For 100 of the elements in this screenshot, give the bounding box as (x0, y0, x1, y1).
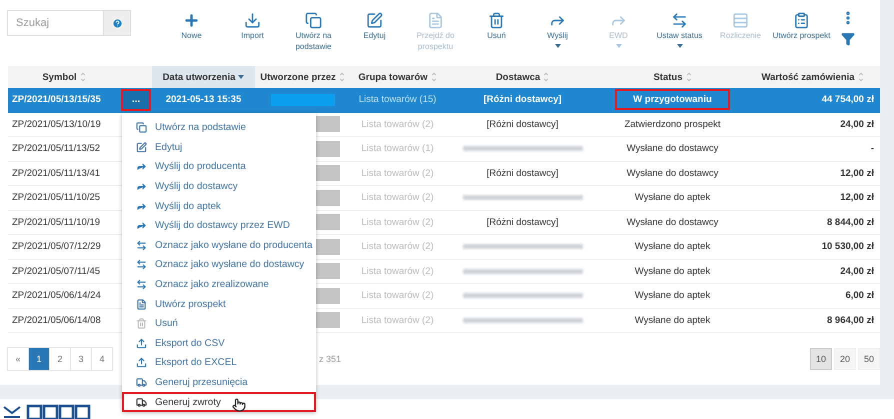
menu-item[interactable]: Wyślij do aptek (122, 196, 316, 216)
column-header[interactable]: Wartość zamówienia (745, 66, 880, 88)
menu-item[interactable]: Wyślij do dostawcy przez EWD (122, 216, 316, 236)
status-label: W przygotowaniu (615, 89, 730, 110)
list-icon (732, 12, 749, 28)
table-cell-text: 12,00 zł (839, 192, 875, 204)
menu-item[interactable]: Oznacz jako zrealizowane (122, 274, 316, 294)
page-button[interactable]: 4 (91, 347, 113, 371)
redacted-block (270, 94, 334, 106)
truck-icon (136, 377, 147, 388)
status-label: Wysłane do dostawcy (626, 216, 720, 230)
toolbar-button[interactable]: Wyślij (527, 10, 588, 48)
search-field[interactable]: Szukaj (7, 10, 103, 36)
table-cell-text: [Różni dostawcy] (486, 216, 560, 228)
upload-icon (136, 338, 147, 349)
table-cell: Lista towarów (2) (361, 168, 434, 179)
column-header[interactable]: Grupa towarów (350, 66, 445, 88)
table-cell-text: 12,00 zł (839, 168, 875, 179)
page-size-button[interactable]: 10 (810, 348, 832, 370)
status-label: Wysłane do dostawcy (626, 142, 720, 156)
table-cell: Lista towarów (2) (361, 290, 434, 302)
table-cell-text: 8 844,00 zł (826, 216, 875, 228)
toolbar-button[interactable]: Nowe (161, 10, 222, 41)
menu-item[interactable]: Usuń (122, 314, 316, 334)
table-cell-text: ZP/2021/05/06/14/08 (11, 314, 101, 326)
edit-icon (136, 142, 147, 153)
table-cell: Lista towarów (2) (361, 192, 434, 204)
status-label: Wysłane do aptek (634, 314, 712, 328)
page-button[interactable]: « (7, 347, 29, 371)
menu-item[interactable]: Eksport do EXCEL (122, 353, 316, 373)
table-cell: Lista towarów (2) (361, 118, 434, 130)
menu-item[interactable]: Utwórz prospekt (122, 294, 316, 314)
table-cell: Lista towarów (1) (361, 143, 434, 154)
column-header[interactable]: Utworzone przez (255, 66, 350, 88)
checklist-icon (793, 12, 810, 28)
table-cell-text: ZP/2021/05/13/10/19 (11, 118, 101, 130)
more-actions-button[interactable]: ... (121, 88, 151, 111)
swap-arrows-icon (136, 259, 147, 270)
status-label: Wysłane do aptek (634, 191, 712, 206)
table-cell-text: ZP/2021/05/11/13/41 (11, 168, 100, 179)
table-cell-text: 10 530,00 zł (820, 241, 875, 252)
table-cell-text: ZP/2021/05/11/10/19 (11, 216, 100, 228)
truck-icon (136, 396, 147, 408)
table-cell: Lista towarów (2) (361, 216, 434, 228)
page-count: z 351 (319, 354, 342, 364)
page-size-button[interactable]: 20 (834, 348, 856, 370)
forward-arrow-icon (136, 220, 147, 232)
help-icon[interactable] (103, 10, 131, 36)
status-label: Wysłane do aptek (634, 264, 712, 279)
table-cell-text: ZP/2021/05/07/12/29 (11, 241, 101, 252)
menu-item[interactable]: Utwórz na podstawie (122, 118, 316, 138)
table-cell: Lista towarów (2) (361, 314, 434, 326)
copy-icon (136, 122, 147, 134)
trash-icon (136, 318, 147, 330)
table-cell-text: ZP/2021/05/07/11/45 (11, 266, 100, 277)
column-header[interactable]: Symbol (8, 66, 120, 88)
upload-icon (136, 357, 147, 368)
menu-item[interactable]: Edytuj (122, 138, 316, 158)
status-label: Wysłane do aptek (634, 289, 712, 304)
toolbar-button[interactable]: Edytuj (344, 10, 405, 41)
table-cell-text: 2021-05-13 15:35 (164, 94, 242, 106)
column-header[interactable]: Data utworzenia (152, 66, 255, 88)
toolbar-button[interactable]: Usuń (466, 10, 527, 41)
toolbar-button[interactable]: Utwórz prospekt (771, 10, 832, 41)
page-size-button[interactable]: 50 (858, 348, 880, 370)
table-cell-text: [Różni dostawcy] (482, 94, 563, 106)
menu-item[interactable]: Eksport do CSV (122, 334, 316, 354)
status-label: Wysłane do aptek (634, 240, 712, 254)
swap-arrows-icon (136, 240, 147, 251)
column-header[interactable]: Status (600, 66, 745, 88)
toolbar-button[interactable]: Utwórz na podstawie (283, 10, 344, 52)
document-icon (136, 298, 147, 310)
swap-arrows-icon (671, 12, 688, 28)
table-cell-text: ZP/2021/05/06/14/24 (11, 290, 101, 302)
trash-icon (488, 12, 505, 28)
table-row[interactable]: ZP/2021/05/13/15/35 ... 2021-05-13 15:35 Lista towarów (15) [Różni dostawcy] W przygotowaniu 44 754,00 zł (8, 88, 880, 112)
table-cell-text: 44 754,00 zł (820, 94, 875, 106)
menu-item[interactable]: Oznacz jako wysłane do dostawcy (122, 255, 316, 275)
menu-item[interactable]: Wyślij do producenta (122, 157, 316, 177)
copy-icon (305, 12, 322, 28)
plus-icon (183, 12, 200, 28)
forward-arrow-icon (136, 161, 147, 172)
menu-item[interactable]: Wyślij do dostawcy (122, 176, 316, 196)
table-cell: Lista towarów (2) (361, 241, 434, 252)
table-cell-text: - (870, 143, 875, 154)
column-header[interactable]: Dostawca (445, 66, 600, 88)
download-icon (244, 12, 261, 28)
filter-icon[interactable] (841, 32, 855, 46)
document-icon (427, 12, 444, 28)
forward-arrow-icon (136, 181, 147, 192)
table-cell-text: 24,00 zł (839, 118, 875, 130)
toolbar-button[interactable]: Ustaw status (649, 10, 710, 48)
status-label: Wysłane do dostawcy (626, 166, 720, 181)
page-button[interactable]: 3 (70, 347, 92, 371)
menu-item[interactable]: Generuj przesunięcia (122, 372, 316, 392)
menu-item[interactable]: Generuj zwroty (122, 392, 316, 412)
menu-item[interactable]: Oznacz jako wysłane do producenta (122, 236, 316, 256)
toolbar-button[interactable]: Import (222, 10, 283, 41)
page-button[interactable]: 2 (49, 347, 71, 371)
page-button[interactable]: 1 (28, 347, 50, 371)
